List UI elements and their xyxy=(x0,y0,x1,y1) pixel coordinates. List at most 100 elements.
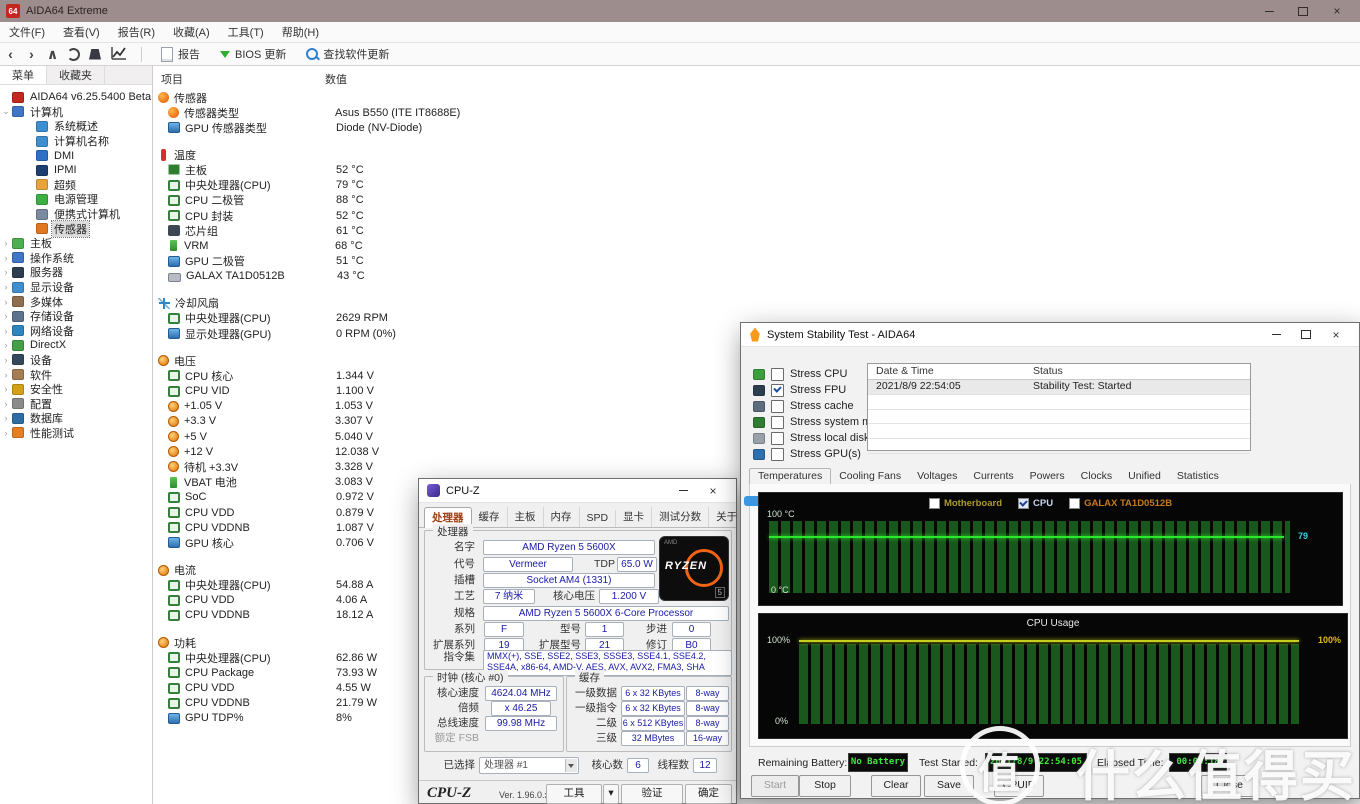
save-button[interactable]: Save xyxy=(924,775,974,797)
tree-item[interactable]: ⌄计算机 xyxy=(0,105,152,120)
stress-option-0[interactable]: Stress CPU xyxy=(753,367,847,381)
sst-maximize-icon[interactable] xyxy=(1291,323,1321,346)
checkbox-icon[interactable] xyxy=(771,368,784,381)
stress-option-4[interactable]: Stress local disks xyxy=(753,431,875,445)
tree-expander-icon[interactable]: › xyxy=(0,253,12,263)
legend-checkbox-icon[interactable] xyxy=(929,498,940,509)
legend-item-1[interactable]: CPU xyxy=(1018,498,1053,509)
tree-item[interactable]: DMI xyxy=(0,148,152,163)
tree-item[interactable]: 计算机名称 xyxy=(0,134,152,149)
cpuz-tab-2[interactable]: 主板 xyxy=(508,507,544,527)
chart-icon[interactable] xyxy=(111,46,127,63)
tree-expander-icon[interactable]: › xyxy=(0,370,12,380)
tree-item[interactable]: ›显示设备 xyxy=(0,280,152,295)
tree-expander-icon[interactable]: › xyxy=(0,428,12,438)
tree-expander-icon[interactable]: › xyxy=(0,297,12,307)
checkbox-icon[interactable] xyxy=(771,416,784,429)
cpuid-button[interactable]: CPUID xyxy=(994,775,1044,797)
up-icon[interactable]: ∧ xyxy=(42,44,63,64)
tree-item[interactable]: ›性能测试 xyxy=(0,426,152,441)
menu-item-3[interactable]: 收藏(A) xyxy=(164,24,219,40)
legend-checkbox-icon[interactable] xyxy=(1069,498,1080,509)
report-button[interactable]: 报告 xyxy=(151,43,210,65)
menu-item-5[interactable]: 帮助(H) xyxy=(273,24,328,40)
checkbox-icon[interactable] xyxy=(771,400,784,413)
tree-expander-icon[interactable]: ⌄ xyxy=(0,106,12,117)
cpuz-tab-6[interactable]: 测试分数 xyxy=(652,507,709,527)
tree-expander-icon[interactable]: › xyxy=(0,355,12,365)
forward-icon[interactable]: › xyxy=(21,44,42,64)
sst-tab-7[interactable]: Statistics xyxy=(1169,469,1227,484)
tree-item[interactable]: IPMI xyxy=(0,163,152,178)
clear-button[interactable]: Clear xyxy=(871,775,921,797)
tree-expander-icon[interactable]: › xyxy=(0,282,12,292)
tree-expander-icon[interactable]: › xyxy=(0,238,12,248)
ok-button[interactable]: 确定 xyxy=(685,784,732,804)
sst-tab-3[interactable]: Currents xyxy=(965,469,1021,484)
processor-select[interactable]: 处理器 #1 xyxy=(479,757,579,774)
cpuz-minimize-icon[interactable] xyxy=(668,479,698,502)
tree-item[interactable]: 便携式计算机 xyxy=(0,207,152,222)
sidebar-tab-1[interactable]: 收藏夹 xyxy=(47,66,105,84)
cpuz-close-icon[interactable]: × xyxy=(698,479,728,502)
tree-item[interactable]: 电源管理 xyxy=(0,192,152,207)
refresh-icon[interactable] xyxy=(63,48,84,61)
find-update-button[interactable]: 查找软件更新 xyxy=(296,43,399,65)
tree-expander-icon[interactable]: › xyxy=(0,340,12,350)
tree-item[interactable]: 超频 xyxy=(0,178,152,193)
tree-item[interactable]: ›DirectX xyxy=(0,338,152,353)
sst-tab-4[interactable]: Powers xyxy=(1022,469,1073,484)
cpuz-tab-1[interactable]: 缓存 xyxy=(472,507,508,527)
sst-tab-5[interactable]: Clocks xyxy=(1073,469,1121,484)
menu-item-2[interactable]: 报告(R) xyxy=(109,24,164,40)
tree-item[interactable]: ›设备 xyxy=(0,353,152,368)
tree-item[interactable]: ›数据库 xyxy=(0,411,152,426)
tree-expander-icon[interactable]: › xyxy=(0,311,12,321)
tree-item[interactable]: ›配置 xyxy=(0,396,152,411)
menu-item-1[interactable]: 查看(V) xyxy=(54,24,109,40)
stress-option-5[interactable]: Stress GPU(s) xyxy=(753,447,861,461)
cpuz-tab-5[interactable]: 显卡 xyxy=(616,507,652,527)
tree-item[interactable]: 系统概述 xyxy=(0,119,152,134)
sst-tab-0[interactable]: Temperatures xyxy=(749,468,831,485)
tree-expander-icon[interactable]: › xyxy=(0,326,12,336)
tree-item[interactable]: 传感器 xyxy=(0,221,152,236)
tree-expander-icon[interactable]: › xyxy=(0,399,12,409)
tools-button[interactable]: 工具 xyxy=(546,784,602,804)
tree-item[interactable]: AIDA64 v6.25.5400 Beta xyxy=(0,90,152,105)
legend-checkbox-icon[interactable] xyxy=(1018,498,1029,509)
cpuz-tab-4[interactable]: SPD xyxy=(580,510,617,527)
checkbox-icon[interactable] xyxy=(771,448,784,461)
tree-item[interactable]: ›存储设备 xyxy=(0,309,152,324)
tree-item[interactable]: ›软件 xyxy=(0,367,152,382)
tree-item[interactable]: ›安全性 xyxy=(0,382,152,397)
minimize-icon[interactable] xyxy=(1252,0,1286,22)
tree-expander-icon[interactable]: › xyxy=(0,413,12,423)
checkbox-icon[interactable] xyxy=(771,432,784,445)
sidebar-tab-0[interactable]: 菜单 xyxy=(0,66,47,84)
menu-item-0[interactable]: 文件(F) xyxy=(0,24,54,40)
cpuz-tab-3[interactable]: 内存 xyxy=(544,507,580,527)
tree-item[interactable]: ›服务器 xyxy=(0,265,152,280)
checkbox-icon[interactable] xyxy=(771,384,784,397)
sst-tab-6[interactable]: Unified xyxy=(1120,469,1169,484)
close-button[interactable]: Close xyxy=(1201,775,1258,797)
panel-icon[interactable] xyxy=(89,49,101,60)
tree-item[interactable]: ›多媒体 xyxy=(0,294,152,309)
tree-expander-icon[interactable]: › xyxy=(0,267,12,277)
validate-button[interactable]: 验证 xyxy=(621,784,683,804)
tree-expander-icon[interactable]: › xyxy=(0,384,12,394)
legend-item-2[interactable]: GALAX TA1D0512B xyxy=(1069,498,1172,509)
back-icon[interactable]: ‹ xyxy=(0,44,21,64)
sst-tab-2[interactable]: Voltages xyxy=(909,469,965,484)
tree-item[interactable]: ›主板 xyxy=(0,236,152,251)
stop-button[interactable]: Stop xyxy=(799,775,851,797)
tree-item[interactable]: ›网络设备 xyxy=(0,324,152,339)
stress-option-2[interactable]: Stress cache xyxy=(753,399,854,413)
close-icon[interactable]: × xyxy=(1320,0,1354,22)
legend-item-0[interactable]: Motherboard xyxy=(929,498,1002,509)
sst-minimize-icon[interactable] xyxy=(1261,323,1291,346)
bios-update-button[interactable]: BIOS 更新 xyxy=(210,43,296,65)
sst-tab-1[interactable]: Cooling Fans xyxy=(831,469,909,484)
stress-option-1[interactable]: Stress FPU xyxy=(753,383,846,397)
